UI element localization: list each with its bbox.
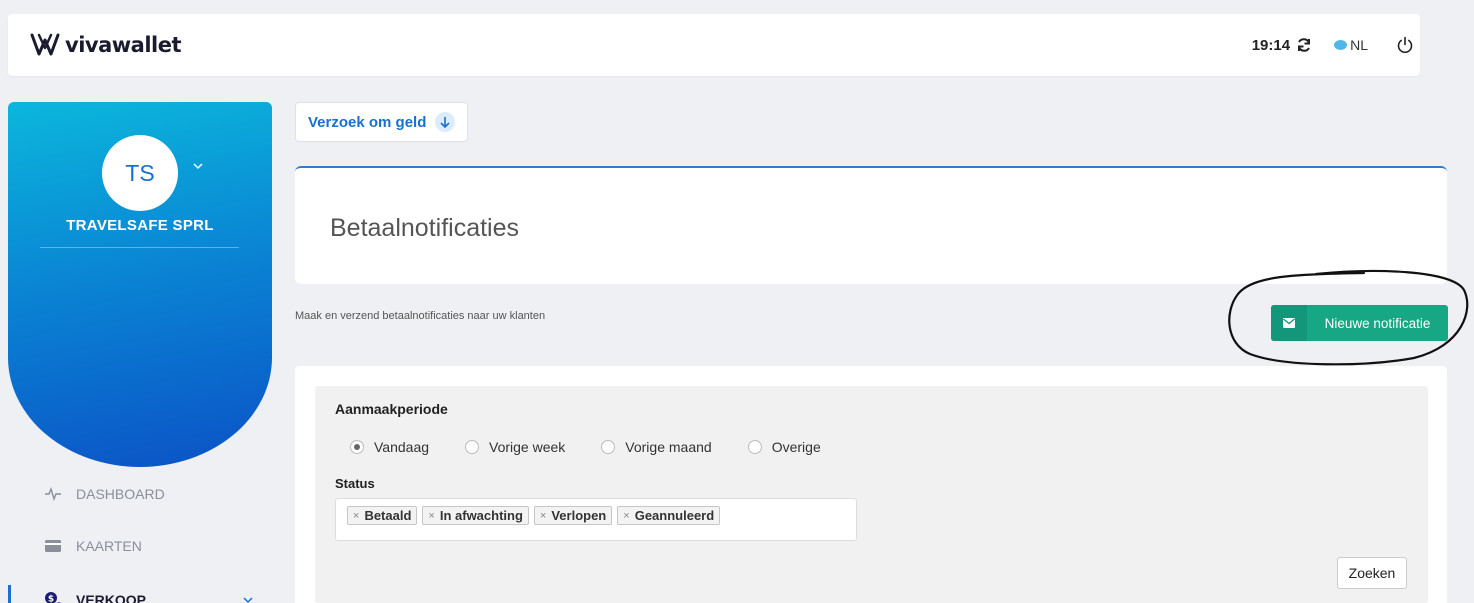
sidebar-item-kaarten[interactable]: KAARTEN bbox=[8, 531, 272, 561]
remove-tag-icon[interactable]: × bbox=[540, 510, 546, 522]
divider bbox=[40, 247, 239, 248]
top-bar-controls: 19:14 NL bbox=[1252, 14, 1420, 76]
sidebar-item-label: KAARTEN bbox=[76, 538, 142, 554]
new-notification-label: Nieuwe notificatie bbox=[1324, 315, 1431, 331]
request-money-label: Verzoek om geld bbox=[308, 113, 427, 131]
language-flag-icon bbox=[1334, 40, 1348, 50]
refresh-icon[interactable] bbox=[1296, 37, 1312, 53]
search-button[interactable]: Zoeken bbox=[1337, 557, 1407, 589]
pulse-icon bbox=[45, 486, 61, 502]
tag-label: Geannuleerd bbox=[634, 508, 715, 523]
title-card: Betaalnotificaties bbox=[295, 166, 1447, 284]
period-label: Aanmaakperiode bbox=[335, 401, 448, 417]
radio-label: Vorige week bbox=[489, 439, 566, 455]
sidebar-item-dashboard[interactable]: DASHBOARD bbox=[8, 479, 272, 509]
radio-label: Overige bbox=[771, 439, 821, 455]
radio-vorige-week[interactable]: Vorige week bbox=[465, 439, 565, 455]
new-notification-button[interactable]: Nieuwe notificatie bbox=[1271, 305, 1448, 341]
brand-name: vivawallet bbox=[65, 33, 182, 57]
remove-tag-icon[interactable]: × bbox=[353, 510, 359, 522]
radio-vorige-maand[interactable]: Vorige maand bbox=[601, 439, 712, 455]
avatar[interactable]: TS bbox=[102, 135, 178, 211]
account-panel: TS TRAVELSAFE SPRL bbox=[8, 102, 272, 467]
tag-label: Betaald bbox=[364, 508, 412, 523]
radio-label: Vandaag bbox=[374, 439, 430, 455]
tag-label: In afwachting bbox=[439, 508, 523, 523]
language-selector[interactable]: NL bbox=[1350, 37, 1368, 53]
sidebar-item-label: VERKOOP bbox=[76, 592, 147, 603]
sidebar-item-verkoop[interactable]: $ VERKOOP bbox=[8, 585, 272, 603]
envelope-icon bbox=[1271, 305, 1307, 341]
sales-icon: $ bbox=[45, 592, 62, 603]
tag-label: Verlopen bbox=[551, 508, 607, 523]
remove-tag-icon[interactable]: × bbox=[623, 510, 629, 522]
sidebar-item-label: DASHBOARD bbox=[76, 486, 165, 502]
request-money-button[interactable]: Verzoek om geld bbox=[295, 102, 468, 142]
remove-tag-icon[interactable]: × bbox=[428, 510, 434, 522]
sidebar: TS TRAVELSAFE SPRL DASHBOARD KAARTEN $ V… bbox=[8, 102, 272, 603]
page-title: Betaalnotificaties bbox=[330, 214, 520, 242]
company-name: TRAVELSAFE SPRL bbox=[66, 217, 214, 234]
card-icon bbox=[45, 540, 61, 552]
radio-button[interactable] bbox=[747, 440, 762, 454]
filter-section: Aanmaakperiode Vandaag Vorige week Vorig… bbox=[295, 366, 1447, 603]
status-tag[interactable]: × Verlopen bbox=[533, 506, 613, 525]
radio-button[interactable] bbox=[350, 440, 364, 454]
chevron-down-icon bbox=[243, 597, 253, 603]
radio-vandaag[interactable]: Vandaag bbox=[350, 439, 429, 455]
status-tag[interactable]: × Geannuleerd bbox=[617, 506, 721, 525]
viva-logo-icon bbox=[30, 33, 60, 56]
brand-logo[interactable]: vivawallet bbox=[30, 32, 182, 58]
period-radio-group: Vandaag Vorige week Vorige maand Overige bbox=[350, 439, 857, 455]
svg-text:$: $ bbox=[48, 595, 54, 603]
active-indicator bbox=[8, 585, 11, 603]
status-label: Status bbox=[335, 476, 375, 491]
page-subtitle: Maak en verzend betaalnotificaties naar … bbox=[295, 310, 546, 322]
chevron-down-icon[interactable] bbox=[192, 160, 204, 172]
radio-label: Vorige maand bbox=[625, 439, 712, 455]
status-tag[interactable]: × In afwachting bbox=[422, 506, 529, 525]
arrow-down-icon bbox=[435, 112, 456, 132]
radio-button[interactable] bbox=[601, 440, 616, 454]
radio-button[interactable] bbox=[465, 440, 480, 454]
clock: 19:14 bbox=[1251, 36, 1291, 54]
filter-panel: Aanmaakperiode Vandaag Vorige week Vorig… bbox=[315, 386, 1428, 603]
power-icon[interactable] bbox=[1396, 36, 1414, 54]
top-bar: vivawallet 19:14 NL bbox=[8, 14, 1420, 76]
status-tag[interactable]: × Betaald bbox=[347, 506, 418, 525]
radio-selected-dot bbox=[354, 444, 360, 450]
status-multiselect[interactable]: × Betaald × In afwachting × Verlopen × Geann… bbox=[335, 498, 857, 541]
radio-overige[interactable]: Overige bbox=[747, 439, 821, 455]
